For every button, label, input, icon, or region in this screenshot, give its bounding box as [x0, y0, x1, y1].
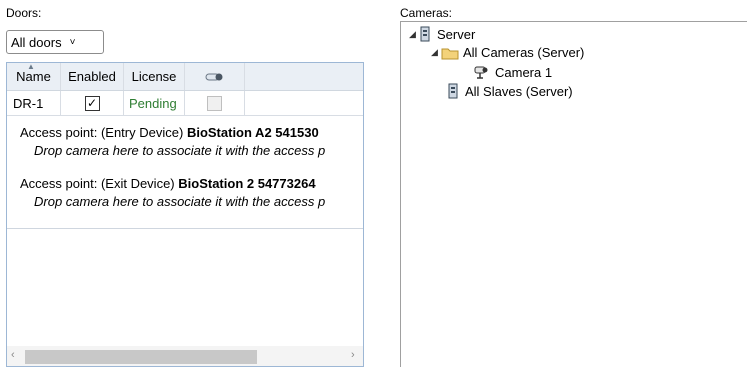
- tree-node-server[interactable]: ◢ Server: [409, 26, 475, 42]
- doors-grid: ▲ Name Enabled License DR-1 ✓ Pending Ac…: [6, 62, 364, 367]
- scrollbar-thumb[interactable]: [25, 350, 257, 364]
- tree-node-all-slaves[interactable]: All Slaves (Server): [447, 83, 573, 99]
- doors-filter-value: All doors: [11, 34, 62, 50]
- doors-label: Doors:: [6, 6, 42, 20]
- tree-node-all-cameras[interactable]: ◢ All Cameras (Server): [431, 45, 584, 60]
- cameras-label: Cameras:: [400, 6, 453, 20]
- camera-icon: [205, 73, 222, 80]
- camera-icon: [474, 66, 488, 79]
- doors-filter-dropdown[interactable]: All doors ˅: [6, 30, 104, 54]
- cell-license: Pending: [124, 91, 185, 115]
- column-header-license[interactable]: License: [124, 63, 185, 90]
- access-point-details: Access point: (Entry Device) BioStation …: [7, 116, 363, 229]
- access-point-exit: Access point: (Exit Device) BioStation 2…: [20, 176, 316, 191]
- table-row[interactable]: DR-1 ✓ Pending: [7, 91, 363, 116]
- drop-zone-entry[interactable]: Drop camera here to associate it with th…: [34, 143, 325, 158]
- grid-header: ▲ Name Enabled License: [7, 62, 363, 91]
- expanded-triangle-icon[interactable]: ◢: [431, 47, 441, 58]
- enabled-checkbox[interactable]: ✓: [84, 95, 100, 111]
- drop-zone-exit[interactable]: Drop camera here to associate it with th…: [34, 194, 325, 209]
- tree-node-camera-1[interactable]: Camera 1: [473, 64, 552, 80]
- folder-icon: [441, 48, 459, 59]
- chevron-down-icon: ˅: [69, 36, 76, 48]
- column-header-name[interactable]: ▲ Name: [7, 62, 61, 90]
- cell-name: DR-1: [7, 91, 61, 115]
- access-point-entry: Access point: (Entry Device) BioStation …: [20, 125, 319, 140]
- expanded-triangle-icon[interactable]: ◢: [409, 29, 419, 40]
- cell-camera: [185, 91, 245, 115]
- server-icon: [448, 83, 458, 99]
- camera-checkbox: [207, 95, 222, 111]
- column-header-camera[interactable]: [185, 63, 245, 90]
- cell-enabled: ✓: [61, 91, 124, 115]
- column-header-enabled[interactable]: Enabled: [61, 63, 124, 90]
- sort-ascending-icon: ▲: [27, 62, 35, 71]
- scroll-right-icon[interactable]: ›: [351, 349, 355, 361]
- scroll-left-icon[interactable]: ‹: [11, 349, 15, 361]
- server-icon: [420, 26, 430, 42]
- cameras-tree: ◢ Server ◢ All Cameras (Server) Camera 1…: [400, 21, 747, 367]
- horizontal-scrollbar[interactable]: ‹ ›: [7, 346, 363, 366]
